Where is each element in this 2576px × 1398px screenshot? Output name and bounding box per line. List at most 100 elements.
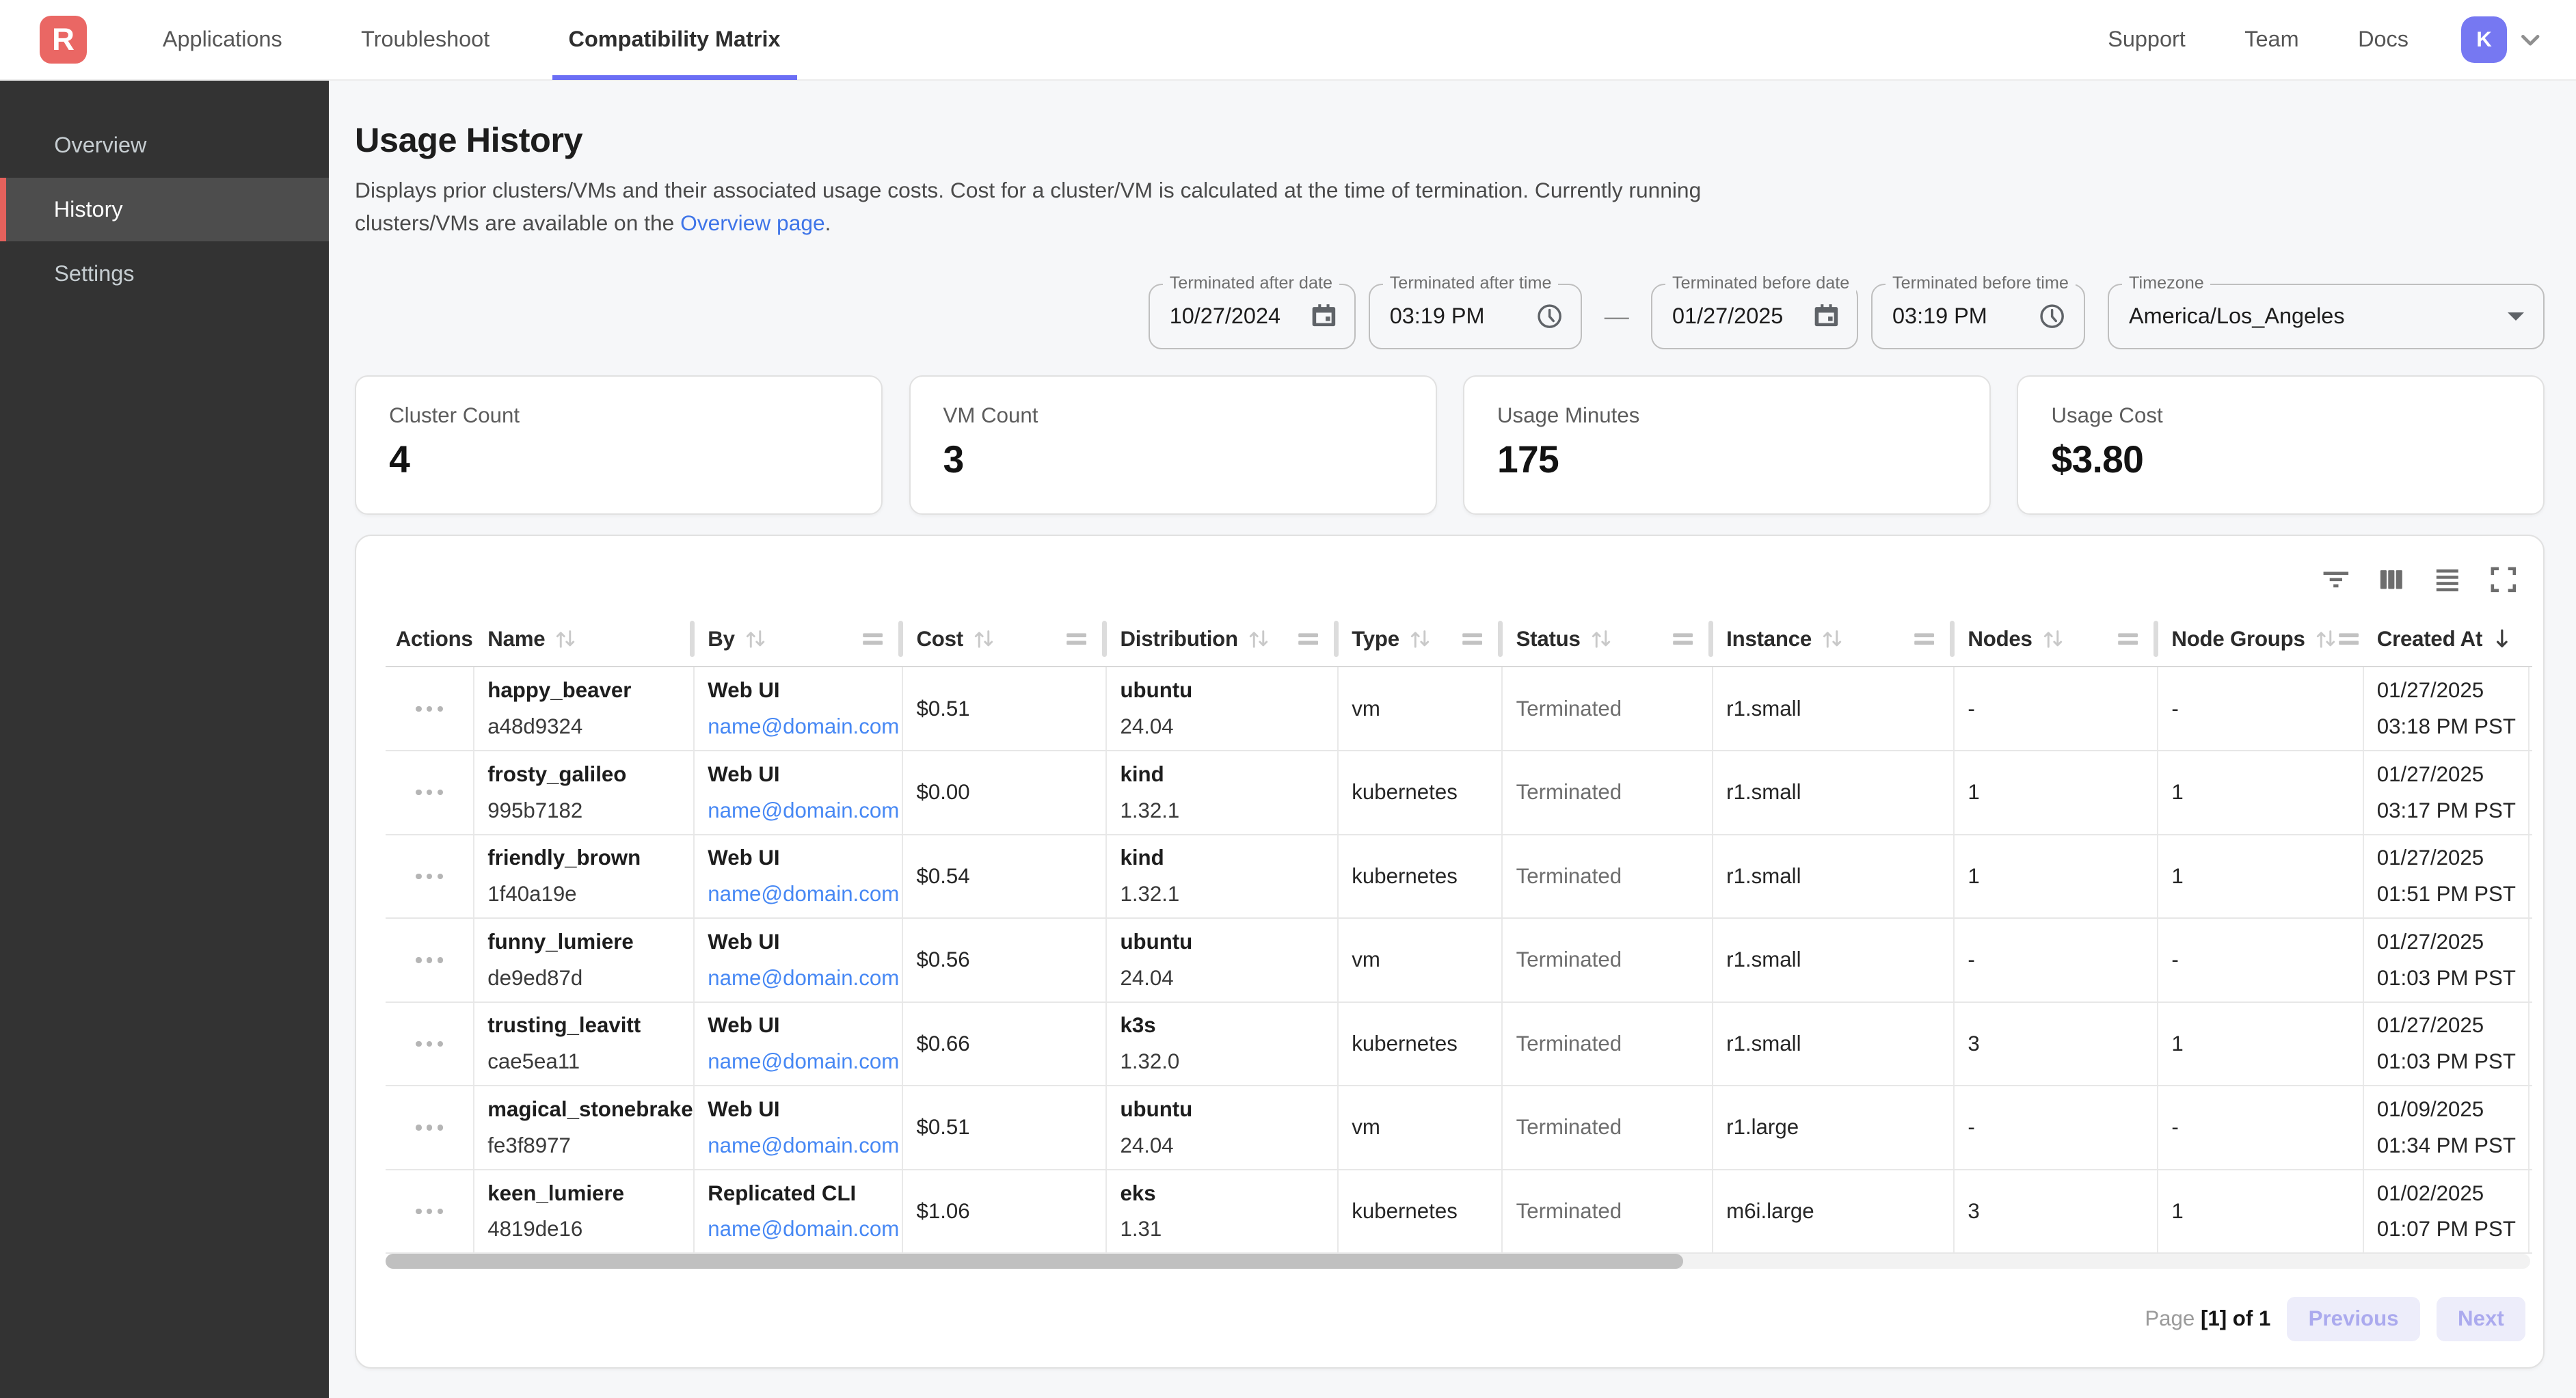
terminated-after-date-value[interactable]: 10/27/2024 — [1170, 304, 1280, 329]
terminated-before-time-field[interactable]: Terminated before time 03:19 PM — [1871, 284, 2084, 349]
row-actions-button[interactable] — [416, 790, 443, 795]
creator-email-link[interactable]: name@domain.com — [708, 798, 899, 822]
sidebar-item-history[interactable]: History — [0, 178, 329, 242]
filter-icon[interactable] — [2320, 564, 2352, 595]
column-menu-icon[interactable] — [2117, 631, 2138, 647]
column-header[interactable]: Created At — [2364, 612, 2530, 667]
column-menu-icon[interactable] — [1462, 631, 1483, 647]
node-groups-cell: 1 — [2158, 835, 2363, 918]
terminated-after-time-value[interactable]: 03:19 PM — [1390, 304, 1485, 329]
nav-item-docs[interactable]: Docs — [2342, 0, 2425, 80]
creator-email-link[interactable]: name@domain.com — [708, 1133, 899, 1157]
terminated-before-time-value[interactable]: 03:19 PM — [1892, 304, 1987, 329]
nav-item-support[interactable]: Support — [2091, 0, 2202, 80]
next-page-button[interactable]: Next — [2437, 1297, 2525, 1341]
column-header[interactable]: Cost — [903, 612, 1107, 667]
distribution-name: kind — [1120, 762, 1337, 787]
calendar-icon[interactable] — [1812, 302, 1840, 330]
status-value: Terminated — [1516, 780, 1712, 805]
node-groups-cell: 1 — [2158, 1003, 2363, 1086]
sort-desc-icon[interactable] — [2491, 628, 2514, 651]
row-actions-button[interactable] — [416, 1125, 443, 1130]
nav-item-team[interactable]: Team — [2228, 0, 2315, 80]
terminated-after-date-field[interactable]: Terminated after date 10/27/2024 — [1149, 284, 1356, 349]
row-actions-button[interactable] — [416, 1209, 443, 1214]
column-menu-icon[interactable] — [1298, 631, 1319, 647]
column-separator[interactable] — [898, 621, 903, 657]
column-header[interactable]: Instance — [1713, 612, 1955, 667]
user-avatar[interactable]: K — [2461, 16, 2507, 62]
sidebar-item-overview[interactable]: Overview — [0, 113, 329, 178]
creator-email-link[interactable]: name@domain.com — [708, 1217, 899, 1241]
column-menu-icon[interactable] — [2338, 631, 2359, 647]
column-menu-icon[interactable] — [1914, 631, 1935, 647]
column-separator[interactable] — [690, 621, 695, 657]
timezone-select[interactable]: Timezone America/Los_Angeles — [2108, 284, 2545, 349]
calendar-icon[interactable] — [1310, 302, 1338, 330]
horizontal-scrollbar-thumb[interactable] — [386, 1254, 1683, 1269]
sort-icon[interactable] — [2313, 628, 2338, 651]
sort-icon[interactable] — [2041, 628, 2065, 651]
clock-icon[interactable] — [2037, 301, 2067, 331]
pagination-bar: Page [1] of 1 Previous Next — [386, 1269, 2532, 1344]
timezone-label: Timezone — [2122, 273, 2210, 293]
chevron-down-icon[interactable] — [2517, 27, 2543, 53]
cost-value: $0.66 — [916, 1032, 1105, 1056]
replicated-logo[interactable]: R — [40, 16, 88, 64]
row-actions-button[interactable] — [416, 874, 443, 879]
column-menu-icon[interactable] — [862, 631, 883, 647]
page-description-line1: Displays prior clusters/VMs and their as… — [355, 178, 1701, 202]
horizontal-scrollbar[interactable] — [386, 1254, 2530, 1269]
nav-item-applications[interactable]: Applications — [146, 0, 299, 80]
timezone-value[interactable]: America/Los_Angeles — [2129, 304, 2345, 329]
row-actions-button[interactable] — [416, 1041, 443, 1047]
distribution-version: 24.04 — [1120, 1133, 1337, 1158]
dropdown-arrow-icon[interactable] — [2508, 312, 2524, 321]
column-header[interactable]: By — [695, 612, 903, 667]
row-actions-button[interactable] — [416, 957, 443, 963]
terminated-before-date-value[interactable]: 01/27/2025 — [1672, 304, 1783, 329]
sort-icon[interactable] — [553, 628, 578, 651]
column-menu-icon[interactable] — [1672, 631, 1693, 647]
column-header[interactable]: Nodes — [1955, 612, 2158, 667]
column-header[interactable]: Name — [474, 612, 695, 667]
nav-item-compatibility-matrix[interactable]: Compatibility Matrix — [552, 0, 797, 80]
clock-icon[interactable] — [1535, 301, 1564, 331]
sort-icon[interactable] — [971, 628, 996, 651]
fullscreen-icon[interactable] — [2488, 564, 2519, 595]
column-header[interactable]: Type — [1339, 612, 1503, 667]
terminated-after-time-field[interactable]: Terminated after time 03:19 PM — [1369, 284, 1582, 349]
columns-icon[interactable] — [2376, 564, 2407, 595]
column-header[interactable]: Distribution — [1107, 612, 1339, 667]
sidebar-item-settings[interactable]: Settings — [0, 241, 329, 306]
column-separator[interactable] — [1708, 621, 1713, 657]
column-header[interactable]: Node Groups — [2158, 612, 2363, 667]
column-separator[interactable] — [2154, 621, 2158, 657]
sort-icon[interactable] — [1820, 628, 1844, 651]
creator-email-link[interactable]: name@domain.com — [708, 714, 899, 738]
nav-item-troubleshoot[interactable]: Troubleshoot — [345, 0, 506, 80]
column-separator[interactable] — [1102, 621, 1107, 657]
type-value: vm — [1352, 697, 1501, 721]
cost-cell: $0.66 — [903, 1003, 1107, 1086]
column-separator[interactable] — [1334, 621, 1339, 657]
overview-page-link[interactable]: Overview page — [680, 211, 825, 235]
by-cell: Web UI name@domain.com — [695, 919, 903, 1002]
sort-icon[interactable] — [1589, 628, 1613, 651]
sort-icon[interactable] — [1408, 628, 1432, 651]
creator-email-link[interactable]: name@domain.com — [708, 966, 899, 990]
column-separator[interactable] — [1950, 621, 1955, 657]
sort-icon[interactable] — [743, 628, 768, 651]
name-cell: magical_stonebraker fe3f8977 — [474, 1086, 695, 1169]
row-actions-button[interactable] — [416, 706, 443, 712]
density-icon[interactable] — [2432, 564, 2463, 595]
creator-email-link[interactable]: name@domain.com — [708, 882, 899, 906]
previous-page-button[interactable]: Previous — [2287, 1297, 2419, 1341]
column-header[interactable]: Actions — [386, 612, 474, 667]
sort-icon[interactable] — [1246, 628, 1271, 651]
column-menu-icon[interactable] — [1066, 631, 1087, 647]
creator-email-link[interactable]: name@domain.com — [708, 1049, 899, 1073]
column-separator[interactable] — [1498, 621, 1503, 657]
terminated-before-date-field[interactable]: Terminated before date 01/27/2025 — [1651, 284, 1858, 349]
column-header[interactable]: Status — [1503, 612, 1713, 667]
